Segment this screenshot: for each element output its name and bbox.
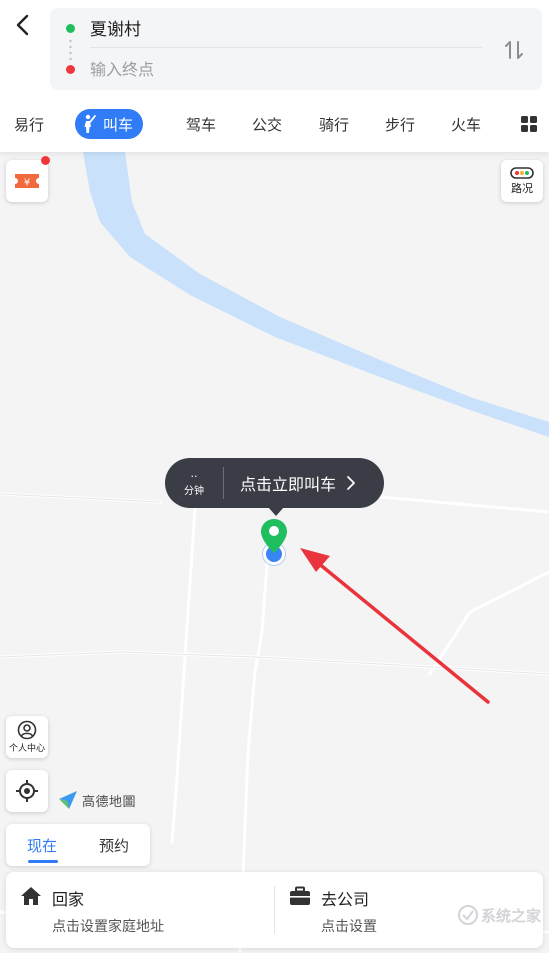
personal-center-button[interactable]: 个人中心 <box>6 716 48 758</box>
river-shape <box>83 152 549 437</box>
svg-text:¥: ¥ <box>24 178 30 189</box>
swap-icon <box>505 41 523 59</box>
chevron-right-icon <box>347 476 355 490</box>
traffic-label: 路况 <box>511 181 533 195</box>
briefcase-icon <box>290 886 310 905</box>
tab-taxi[interactable]: 叫车 <box>75 109 144 139</box>
work-title: 去公司 <box>321 890 370 909</box>
personal-center-label: 个人中心 <box>8 744 45 754</box>
watermark-logo-icon <box>457 905 478 925</box>
back-button[interactable] <box>6 8 40 42</box>
tab-now[interactable]: 现在 <box>6 824 78 866</box>
annotation-arrow-line <box>310 556 490 704</box>
end-point-dot <box>66 65 75 74</box>
more-modes-grid-icon[interactable] <box>521 116 537 132</box>
amap-logo-icon <box>59 791 77 809</box>
hail-person-icon <box>84 114 96 133</box>
traffic-button[interactable]: 路况 <box>501 160 543 202</box>
eta-box: .. 分钟 <box>165 458 223 508</box>
crosshair-icon <box>16 780 38 802</box>
tab-train[interactable]: 火车 <box>451 110 481 138</box>
eta-unit: 分钟 <box>184 486 204 497</box>
user-icon <box>17 720 37 740</box>
call-car-bubble[interactable]: .. 分钟 点击立即叫车 <box>165 458 384 516</box>
logo-text: 高德地圖 <box>82 794 137 810</box>
start-location-pin-icon <box>261 519 287 553</box>
home-shortcut[interactable]: 回家 点击设置家庭地址 <box>6 872 274 948</box>
notification-dot <box>41 156 50 165</box>
home-icon <box>21 887 41 905</box>
locate-button[interactable] <box>6 770 48 812</box>
traffic-light-icon <box>510 166 534 179</box>
home-subtitle: 点击设置家庭地址 <box>52 919 164 935</box>
route-dotted-line <box>69 38 72 60</box>
amap-logo: 高德地圖 <box>58 790 136 810</box>
route-input-box: 夏谢村 <box>50 8 542 90</box>
route-panel: 夏谢村 易行 叫车 驾车 公交 骑行 步行 火车 <box>0 0 549 152</box>
transport-mode-tabs: 易行 叫车 驾车 公交 骑行 步行 火车 <box>0 104 549 144</box>
eta-value: .. <box>190 467 198 480</box>
end-location-input[interactable] <box>90 59 390 79</box>
map-view[interactable]: ¥ 路况 .. 分钟 点击立即叫车 个人中心 高德地圖 现在 预约 回家 点击设… <box>0 152 549 953</box>
tab-walk[interactable]: 步行 <box>385 110 415 138</box>
work-subtitle: 点击设置 <box>321 919 377 935</box>
start-location-field[interactable]: 夏谢村 <box>90 8 482 48</box>
end-location-field[interactable] <box>90 49 482 89</box>
home-title: 回家 <box>52 890 85 909</box>
coupon-icon: ¥ <box>15 174 39 189</box>
watermark-text: 系统之家 <box>480 906 541 925</box>
watermark: 系统之家 <box>457 904 541 926</box>
tab-cycle[interactable]: 骑行 <box>319 110 349 138</box>
swap-route-button[interactable] <box>498 34 530 66</box>
tab-drive[interactable]: 驾车 <box>186 110 216 138</box>
chevron-left-icon <box>16 14 29 36</box>
time-mode-tabs: 现在 预约 <box>6 824 150 866</box>
tab-reserve[interactable]: 预约 <box>78 824 150 866</box>
tab-bus[interactable]: 公交 <box>252 110 282 138</box>
coupon-button[interactable]: ¥ <box>6 156 50 202</box>
start-point-dot <box>66 24 75 33</box>
tab-easy-travel[interactable]: 易行 <box>14 110 44 138</box>
call-car-action: 点击立即叫车 <box>224 471 384 495</box>
start-location-text: 夏谢村 <box>90 20 141 40</box>
